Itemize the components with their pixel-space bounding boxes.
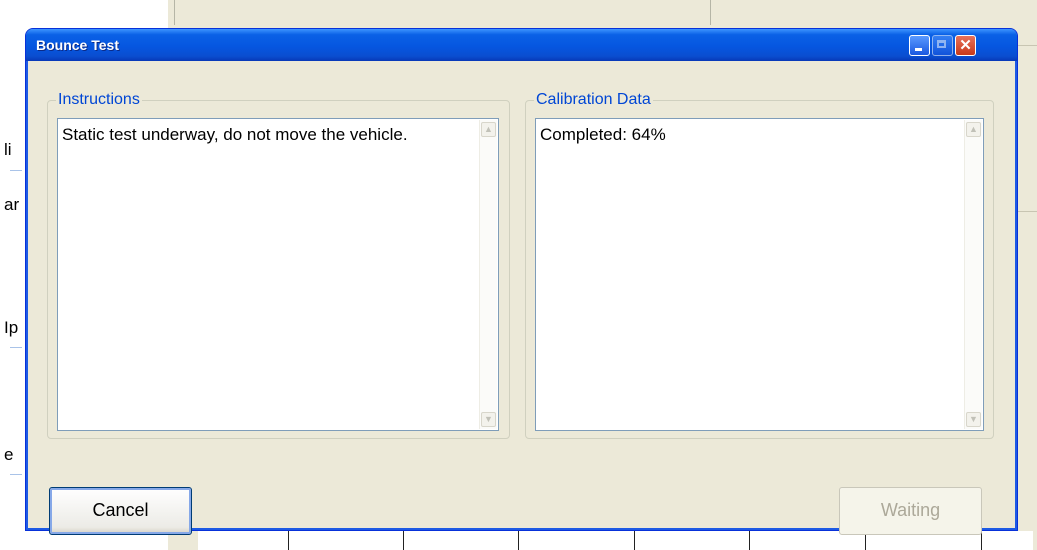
dialog-body: Instructions Static test underway, do no… — [29, 61, 1014, 535]
instructions-legend: Instructions — [56, 91, 142, 109]
calibration-text: Completed: 64% — [540, 125, 666, 144]
grid-column-divider — [749, 531, 750, 550]
background-side-panel — [1018, 45, 1037, 212]
background-panel — [174, 0, 711, 25]
calibration-textbox[interactable]: Completed: 64% ▲ ▼ — [535, 118, 984, 431]
calibration-scrollbar[interactable]: ▲ ▼ — [964, 120, 982, 429]
instructions-scrollbar[interactable]: ▲ ▼ — [479, 120, 497, 429]
grid-column-divider — [288, 531, 289, 550]
waiting-button[interactable]: Waiting — [839, 487, 982, 535]
background-label: ar — [4, 195, 20, 214]
bounce-test-dialog: Bounce Test ✕ Instructions Static test u… — [25, 28, 1018, 535]
dialog-title: Bounce Test — [36, 37, 119, 53]
grid-column-divider — [518, 531, 519, 550]
scroll-down-icon[interactable]: ▼ — [481, 412, 496, 427]
grid-column-divider — [634, 531, 635, 550]
background-rule — [10, 474, 22, 475]
close-icon[interactable]: ✕ — [955, 35, 976, 56]
scroll-up-icon[interactable]: ▲ — [481, 122, 496, 137]
minimize-icon[interactable] — [909, 35, 930, 56]
calibration-legend: Calibration Data — [534, 91, 653, 109]
close-glyph: ✕ — [959, 37, 972, 54]
background-rule — [10, 170, 22, 171]
scroll-up-icon[interactable]: ▲ — [966, 122, 981, 137]
background-label: e — [4, 445, 14, 464]
background-label: li — [4, 140, 12, 159]
instructions-textbox[interactable]: Static test underway, do not move the ve… — [57, 118, 499, 431]
cancel-button[interactable]: Cancel — [49, 487, 192, 535]
title-bar[interactable]: Bounce Test ✕ — [26, 29, 1017, 61]
calibration-group: Calibration Data Completed: 64% ▲ ▼ — [525, 91, 994, 439]
background-rule — [10, 347, 22, 348]
instructions-group: Instructions Static test underway, do no… — [47, 91, 510, 439]
instructions-text: Static test underway, do not move the ve… — [62, 125, 408, 144]
grid-column-divider — [403, 531, 404, 550]
maximize-icon[interactable] — [932, 35, 953, 56]
scroll-down-icon[interactable]: ▼ — [966, 412, 981, 427]
background-label: Ip — [4, 318, 19, 337]
